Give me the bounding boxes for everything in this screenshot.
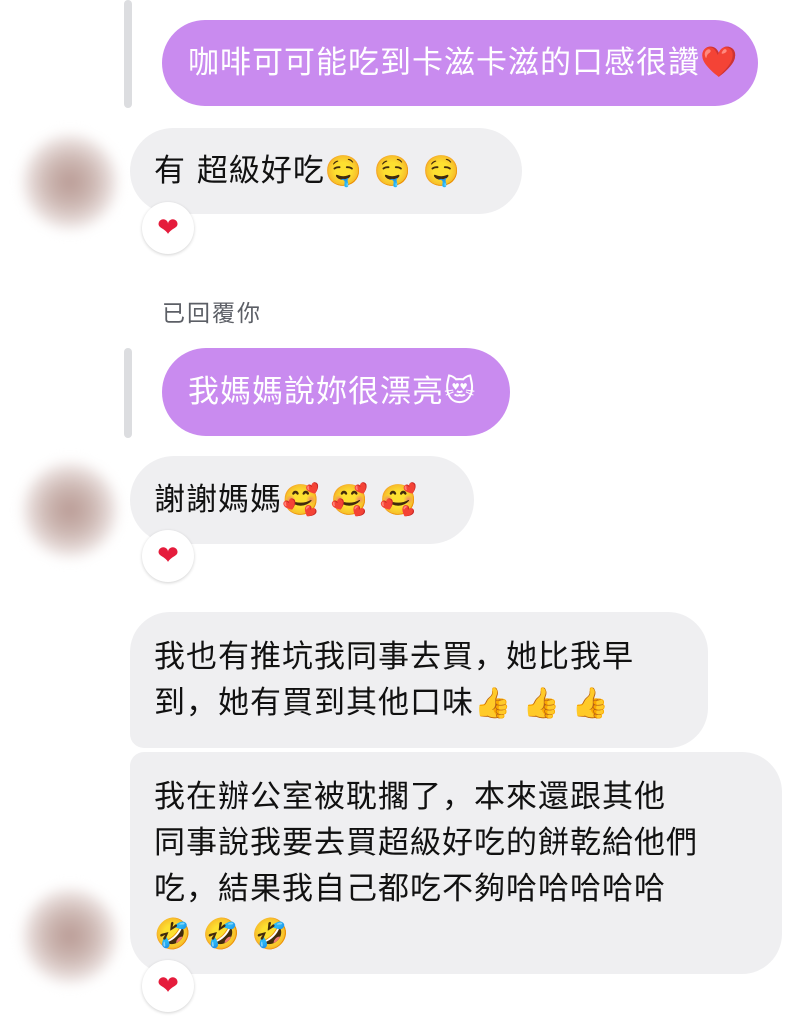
message-text-line: 同事說我要去買超級好吃的餅乾給他們 <box>154 825 698 861</box>
heart-emoji: ❤️ <box>700 45 739 80</box>
heart-reaction[interactable]: ❤ <box>142 960 194 1012</box>
avatar[interactable] <box>22 888 118 984</box>
reply-indicator-bar <box>124 348 132 438</box>
heart-icon: ❤ <box>157 971 179 1001</box>
heart-reaction[interactable]: ❤ <box>142 202 194 254</box>
smiling-face-with-hearts-emoji: 🥰 🥰 🥰 <box>282 483 419 518</box>
message-text-line: 我也有推坑我同事去買，她比我早 <box>154 639 634 675</box>
message-text: 有 超級好吃 <box>154 153 325 189</box>
message-text: 我媽媽說妳很漂亮 <box>188 374 444 410</box>
heart-icon: ❤ <box>157 213 179 243</box>
message-text-line: 我在辦公室被耽擱了，本來還跟其他 <box>154 779 666 815</box>
incoming-message-bubble[interactable]: 我在辦公室被耽擱了，本來還跟其他 同事說我要去買超級好吃的餅乾給他們 吃，結果我自己… <box>130 752 782 974</box>
message-text-line: 到，她有買到其他口味 <box>154 685 474 721</box>
avatar[interactable] <box>22 134 118 230</box>
incoming-message-bubble[interactable]: 謝謝媽媽🥰 🥰 🥰 <box>130 456 474 544</box>
outgoing-message-bubble[interactable]: 我媽媽說妳很漂亮 😻 <box>162 348 510 436</box>
replied-to-you-label: 已回覆你 <box>162 301 262 327</box>
heart-icon: ❤ <box>157 541 179 571</box>
thumbs-up-emoji: 👍 👍 👍 <box>474 686 611 721</box>
avatar[interactable] <box>22 462 118 558</box>
rolling-on-floor-laughing-emoji: 🤣 🤣 🤣 <box>154 917 291 952</box>
reply-indicator-bar <box>124 0 132 108</box>
heart-eyes-cat-emoji: 😻 <box>444 374 477 409</box>
drooling-face-emoji: 🤤 🤤 🤤 <box>324 154 461 189</box>
incoming-message-bubble[interactable]: 有 超級好吃🤤 🤤 🤤 <box>130 128 522 214</box>
message-text: 咖啡可可能吃到卡滋卡滋的口感很讚 <box>188 45 700 81</box>
heart-reaction[interactable]: ❤ <box>142 530 194 582</box>
outgoing-message-bubble[interactable]: 咖啡可可能吃到卡滋卡滋的口感很讚 ❤️ <box>162 20 758 106</box>
message-text: 謝謝媽媽 <box>154 482 282 518</box>
message-text-line: 吃，結果我自己都吃不夠哈哈哈哈哈 <box>154 871 666 907</box>
incoming-message-bubble[interactable]: 我也有推坑我同事去買，她比我早 到，她有買到其他口味👍 👍 👍 <box>130 612 708 748</box>
